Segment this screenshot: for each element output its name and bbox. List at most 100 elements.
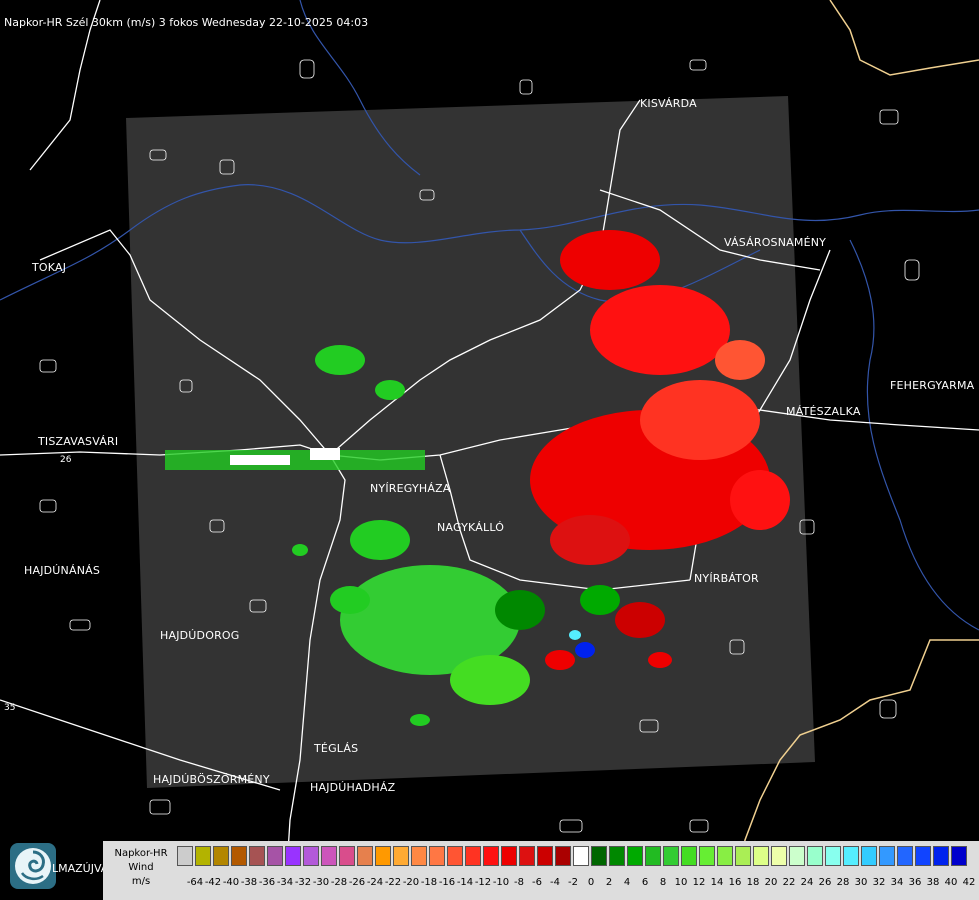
legend-tick-label: 2 <box>605 877 613 888</box>
legend-swatch <box>231 846 247 866</box>
legend-ticks: -64 -42 -40 -38 -36 -34 -32 -30 -28 -26 -24 -22 -20-… <box>177 877 977 891</box>
city-label: TÉGLÁS <box>314 742 359 755</box>
page-title: Napkor-HR Szél 30km (m/s) 3 fokos Wednes… <box>4 16 369 29</box>
legend-swatch <box>393 846 409 866</box>
legend-swatch <box>321 846 337 866</box>
legend-tick-label: -32 <box>294 877 312 888</box>
legend-swatch <box>843 846 859 866</box>
legend-swatches <box>177 846 969 866</box>
legend-swatch <box>537 846 553 866</box>
legend-tick-label: -12 <box>474 877 492 888</box>
color-legend: Napkor-HR Wind m/s -64 -42 -40 -38 -36 -34 -32… <box>103 841 979 900</box>
city-label: TISZAVASVÁRI <box>38 435 119 448</box>
legend-tick-label: 20 <box>764 877 778 888</box>
legend-swatch <box>555 846 571 866</box>
legend-swatch <box>573 846 589 866</box>
legend-tick-label: 16 <box>728 877 742 888</box>
legend-swatch <box>915 846 931 866</box>
legend-tick-label: 22 <box>782 877 796 888</box>
legend-swatch <box>681 846 697 866</box>
legend-swatch <box>879 846 895 866</box>
legend-swatch <box>195 846 211 866</box>
legend-swatch <box>699 846 715 866</box>
city-label: NYÍREGYHÁZA <box>370 482 451 495</box>
legend-swatch <box>807 846 823 866</box>
radar-map: 26 35 <box>0 0 979 900</box>
legend-title: Napkor-HR Wind m/s <box>114 848 168 887</box>
legend-tick-label: 0 <box>587 877 595 888</box>
legend-swatch <box>591 846 607 866</box>
legend-tick-label: -24 <box>366 877 384 888</box>
legend-swatch <box>753 846 769 866</box>
legend-swatch <box>735 846 751 866</box>
legend-tick-label: -34 <box>276 877 294 888</box>
legend-swatch <box>303 846 319 866</box>
legend-swatch <box>375 846 391 866</box>
legend-tick-label: -38 <box>240 877 258 888</box>
legend-tick-label: -6 <box>532 877 542 888</box>
legend-tick-label: -64 <box>186 877 204 888</box>
legend-swatch <box>897 846 913 866</box>
legend-swatch <box>429 846 445 866</box>
radar-returns-blue <box>575 642 595 658</box>
city-label: HAJDÚHADHÁZ <box>310 781 396 794</box>
legend-tick-label: 18 <box>746 877 760 888</box>
legend-tick-label: -18 <box>420 877 438 888</box>
city-label: HAJDÚNÁNÁS <box>24 564 101 577</box>
legend-tick-label: 10 <box>674 877 688 888</box>
legend-tick-label: 14 <box>710 877 724 888</box>
city-label: HAJDÚDOROG <box>160 629 240 642</box>
legend-tick-label: -30 <box>312 877 330 888</box>
legend-tick-label: -28 <box>330 877 348 888</box>
legend-tick-label: 4 <box>623 877 631 888</box>
legend-tick-label: -26 <box>348 877 366 888</box>
legend-swatch <box>825 846 841 866</box>
legend-swatch <box>267 846 283 866</box>
legend-tick-label: -16 <box>438 877 456 888</box>
legend-swatch <box>627 846 643 866</box>
legend-swatch <box>177 846 193 866</box>
legend-tick-label: -36 <box>258 877 276 888</box>
legend-swatch <box>933 846 949 866</box>
legend-tick-label: 12 <box>692 877 706 888</box>
legend-swatch <box>789 846 805 866</box>
city-label: NYÍRBÁTOR <box>694 572 759 585</box>
city-label: VÁSÁROSNAMÉNY <box>724 236 827 249</box>
legend-tick-label: 24 <box>800 877 814 888</box>
legend-tick-label: -14 <box>456 877 474 888</box>
legend-tick-label: 30 <box>854 877 868 888</box>
legend-swatch <box>771 846 787 866</box>
weather-logo-icon <box>10 843 56 889</box>
legend-tick-label: -10 <box>492 877 510 888</box>
legend-swatch <box>213 846 229 866</box>
legend-tick-label: 42 <box>962 877 976 888</box>
legend-swatch <box>285 846 301 866</box>
legend-tick-label: 8 <box>659 877 667 888</box>
legend-tick-label: 28 <box>836 877 850 888</box>
legend-tick-label: 40 <box>944 877 958 888</box>
road-label-35: 35 <box>4 703 15 713</box>
legend-tick-label: 6 <box>641 877 649 888</box>
city-label: FEHERGYARMA <box>890 379 975 392</box>
legend-tick-label: -42 <box>204 877 222 888</box>
legend-tick-label: -8 <box>514 877 524 888</box>
legend-swatch <box>249 846 265 866</box>
legend-swatch <box>411 846 427 866</box>
road-label-26: 26 <box>60 455 72 465</box>
legend-swatch <box>339 846 355 866</box>
legend-swatch <box>861 846 877 866</box>
city-label: NAGYKÁLLÓ <box>437 521 505 534</box>
legend-swatch <box>663 846 679 866</box>
city-label: MÁTÉSZALKA <box>786 405 861 418</box>
legend-swatch <box>609 846 625 866</box>
legend-swatch <box>717 846 733 866</box>
legend-swatch <box>357 846 373 866</box>
legend-swatch <box>465 846 481 866</box>
legend-tick-label: 36 <box>908 877 922 888</box>
city-label: KISVÁRDA <box>640 97 697 110</box>
legend-swatch <box>951 846 967 866</box>
legend-swatch <box>645 846 661 866</box>
city-label: HAJDÚBÖSZÖRMÉNY <box>153 773 270 786</box>
legend-tick-label: -22 <box>384 877 402 888</box>
legend-swatch <box>519 846 535 866</box>
